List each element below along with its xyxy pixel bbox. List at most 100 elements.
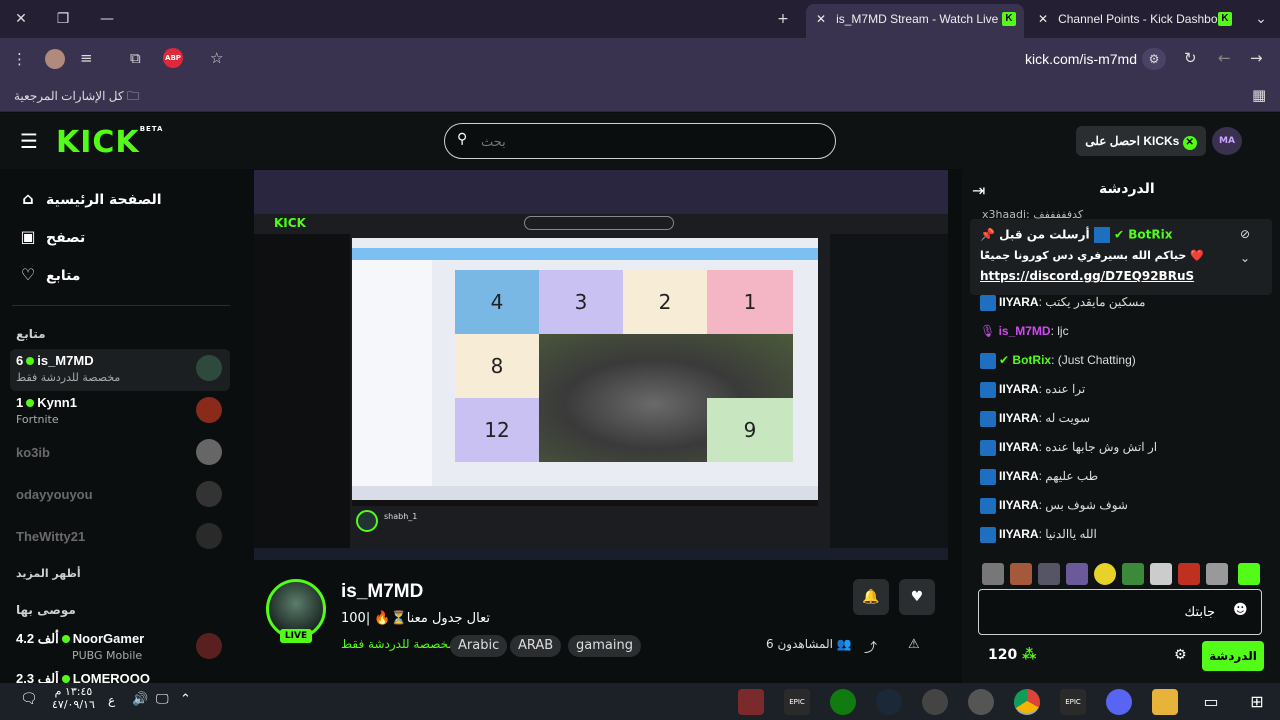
collapse-chat-icon[interactable]: ⇥	[972, 181, 985, 200]
chat-user[interactable]: IIYARA	[999, 411, 1039, 425]
notification-bell-button[interactable]: 🔔	[853, 579, 889, 615]
emote-icon[interactable]	[1122, 563, 1144, 585]
address-bar[interactable]: kick.com/is-m7md	[1025, 51, 1137, 67]
tab-stream[interactable]: ✕ is_M7MD Stream - Watch Live o K	[806, 4, 1024, 38]
chat-settings-gear-icon[interactable]: ⚙	[1174, 647, 1187, 663]
tab-channel-points[interactable]: ✕ Channel Points - Kick Dashboar K	[1028, 4, 1240, 38]
menu-dots-icon[interactable]: ⋮	[12, 50, 27, 68]
emote-icon[interactable]	[982, 563, 1004, 585]
file-explorer-icon[interactable]	[1152, 689, 1178, 715]
windows-start-icon[interactable]: ⊞	[1244, 689, 1270, 715]
sidebar-channel-odayyouyou[interactable]: odayyouyou	[16, 481, 226, 525]
extensions-icon[interactable]: ⧉	[130, 49, 141, 67]
all-bookmarks-link[interactable]: كل الإشارات المرجعية 🗀	[14, 87, 139, 108]
language-indicator[interactable]: ع	[108, 693, 115, 707]
chat-user[interactable]: BotRix	[1012, 353, 1051, 367]
close-window-icon[interactable]: ✕	[10, 8, 32, 30]
get-kicks-button[interactable]: احصل على KICKs ✕	[1076, 126, 1206, 156]
user-avatar[interactable]: MA	[1212, 127, 1242, 155]
discord-icon[interactable]	[1106, 689, 1132, 715]
follow-heart-button[interactable]: ♥	[899, 579, 935, 615]
apps-grid-icon[interactable]: ▦	[1252, 86, 1266, 104]
pin-icon: 📌	[980, 227, 995, 242]
chat-user[interactable]: IIYARA	[999, 498, 1039, 512]
sidebar-channel-TheWitty21[interactable]: TheWitty21	[16, 523, 226, 567]
nav-following[interactable]: ♡ متابع	[18, 261, 218, 289]
tab-search-icon[interactable]: ⌄	[1250, 8, 1272, 30]
app-icon[interactable]	[738, 689, 764, 715]
tag-arabic[interactable]: Arabic	[450, 635, 508, 657]
unpin-icon[interactable]: ⊘	[1240, 227, 1250, 241]
emoji-picker-icon[interactable]: ☻	[1233, 602, 1248, 618]
nav-browse[interactable]: ▣ تصفح	[18, 223, 218, 251]
epic-games-icon[interactable]: EPIC	[1060, 689, 1086, 715]
restore-window-icon[interactable]: ❐	[52, 8, 74, 30]
adblock-icon[interactable]: ABP	[163, 48, 183, 68]
channel-name: is_M7MD	[37, 353, 94, 368]
close-tab-icon[interactable]: ✕	[1038, 12, 1048, 26]
minimize-window-icon[interactable]: —	[96, 8, 118, 30]
close-tab-icon[interactable]: ✕	[816, 12, 826, 26]
channel-points[interactable]: 120 ⁂	[988, 647, 1036, 663]
emote-icon[interactable]	[1066, 563, 1088, 585]
emote-icon[interactable]	[1094, 563, 1116, 585]
bookmark-star-icon[interactable]: ☆	[210, 49, 223, 67]
chat-input[interactable]	[989, 602, 1215, 622]
search-input[interactable]	[481, 130, 821, 152]
xbox-icon[interactable]	[830, 689, 856, 715]
nav-home[interactable]: ⌂ الصفحة الرئيسية	[18, 185, 218, 213]
emote-icon[interactable]	[1010, 563, 1032, 585]
notification-icon[interactable]: 🗨	[20, 691, 38, 707]
search-box[interactable]: ⚲	[444, 123, 836, 159]
chat-user[interactable]: IIYARA	[999, 527, 1039, 541]
chat-user[interactable]: IIYARA	[999, 382, 1039, 396]
site-settings-icon[interactable]: ⚙	[1142, 48, 1166, 70]
pinned-link[interactable]: https://discord.gg/D7EQ92BRuS	[980, 269, 1194, 283]
back-icon[interactable]: →	[1250, 49, 1263, 67]
chevron-down-icon[interactable]: ⌄	[1240, 251, 1250, 265]
chrome-icon[interactable]	[1014, 689, 1040, 715]
tag-arab[interactable]: ARAB	[510, 635, 562, 657]
app-icon[interactable]	[968, 689, 994, 715]
share-icon[interactable]: ⤴	[864, 637, 877, 656]
show-more-link[interactable]: أظهر المزيد	[16, 567, 81, 580]
report-icon[interactable]: ⚠	[908, 637, 920, 652]
chat-user[interactable]: IIYARA	[999, 295, 1039, 309]
sidebar-recommended-LOMEROOO[interactable]: 2.3 ألف LOMEROOO	[16, 671, 226, 683]
task-view-icon[interactable]: ▭	[1198, 689, 1224, 715]
chat-user[interactable]: IIYARA	[999, 469, 1039, 483]
chat-input-box[interactable]: ☻	[978, 589, 1262, 635]
chat-user[interactable]: is_M7MD	[999, 324, 1051, 338]
windows-taskbar: 🗨 ١٣:٤٥ م ٤٧/٠٩/١٦ ع 🔊 🖵 ⌃ EPIC EPIC ▭ ⊞	[0, 683, 1280, 720]
volume-icon[interactable]: 🔊	[132, 692, 148, 707]
emote-icon[interactable]	[1206, 563, 1228, 585]
emote-icon[interactable]	[1150, 563, 1172, 585]
epic-games-icon[interactable]: EPIC	[784, 689, 810, 715]
channel-name[interactable]: is_M7MD	[341, 581, 423, 603]
settings-icon[interactable]	[922, 689, 948, 715]
forward-icon[interactable]: ←	[1218, 49, 1231, 67]
network-icon[interactable]: 🖵	[156, 692, 169, 707]
video-player[interactable]: KICK 4 3 2 1 8 12 9 shabh_1	[254, 170, 948, 560]
steam-icon[interactable]	[876, 689, 902, 715]
hamburger-menu-icon[interactable]: ☰	[20, 129, 38, 153]
emote-icon[interactable]	[1038, 563, 1060, 585]
chat-user[interactable]: IIYARA	[999, 440, 1039, 454]
new-tab-icon[interactable]: +	[772, 8, 794, 30]
sidebar-channel-ko3ib[interactable]: ko3ib	[16, 439, 226, 483]
stream-category[interactable]: مخصصة للدردشة فقط	[341, 637, 455, 651]
tag-gamaing[interactable]: gamaing	[568, 635, 641, 657]
clock[interactable]: ١٣:٤٥ م ٤٧/٠٩/١٦	[52, 685, 95, 711]
sidebar-channel-is_M7MD[interactable]: 6 is_M7MD مخصصة للدردشة فقط	[16, 353, 226, 391]
send-chat-button[interactable]: الدردشة	[1202, 641, 1264, 671]
emote-icon[interactable]	[1178, 563, 1200, 585]
kick-logo[interactable]: KICKBETA	[56, 125, 163, 160]
emote-icon[interactable]	[1238, 563, 1260, 585]
chevron-up-icon[interactable]: ⌃	[180, 692, 191, 707]
reading-list-icon[interactable]: ≡	[80, 49, 93, 67]
reload-icon[interactable]: ↻	[1184, 49, 1197, 67]
get-kicks-label: احصل على KICKs	[1085, 134, 1180, 148]
profile-avatar[interactable]	[45, 49, 65, 69]
sidebar-channel-Kynn1[interactable]: 1 Kynn1 Fortnite	[16, 395, 226, 433]
sidebar-recommended-NoorGamer[interactable]: 4.2 ألف NoorGamer PUBG Mobile	[16, 631, 226, 669]
